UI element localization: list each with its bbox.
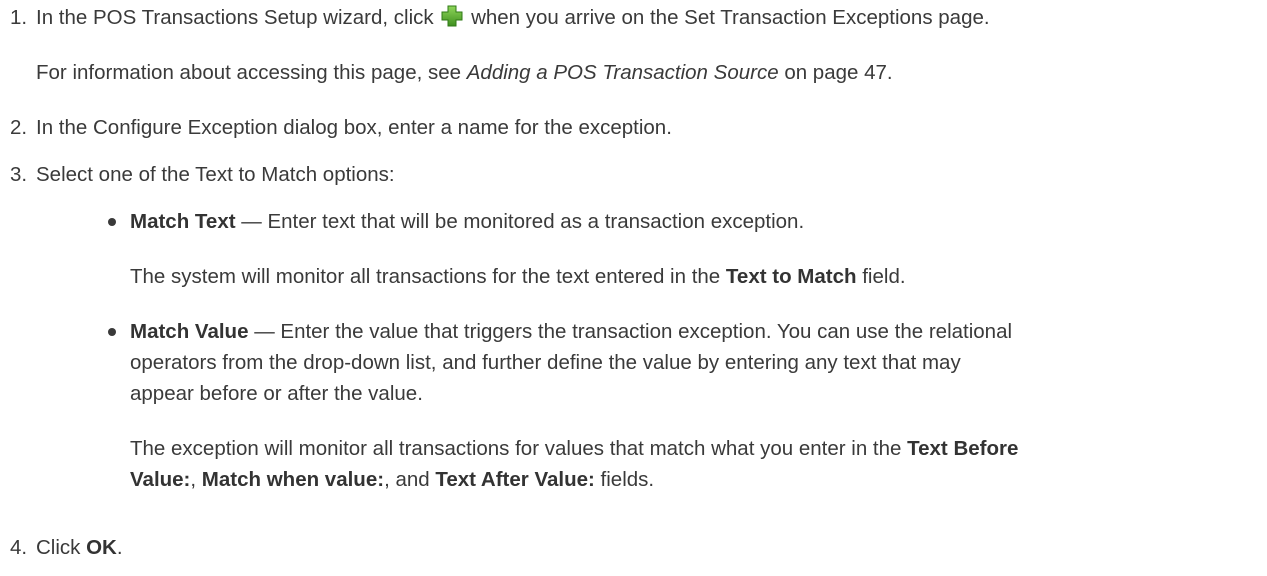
bullet-match-value-detail-line2: Value:, Match when value:, and Text Afte…	[130, 468, 655, 491]
bullet-match-text: Match Text — Enter text that will be mon…	[130, 206, 804, 238]
step-number: 3.	[10, 163, 28, 186]
step-number: 1.	[10, 6, 28, 29]
bullet-term: Match Text	[130, 210, 236, 233]
bullet-match-text-detail: The system will monitor all transactions…	[130, 265, 906, 288]
step-text: Select one of the Text to Match options:	[36, 163, 395, 186]
instruction-document: 1. In the POS Transactions Setup wizard,…	[0, 0, 1267, 576]
bullet-match-value-line2: operators from the drop-down list, and f…	[130, 351, 961, 374]
cross-reference-link[interactable]: Adding a POS Transaction Source	[467, 61, 779, 84]
step-text: In the Configure Exception dialog box, e…	[36, 116, 672, 139]
bullet-dot	[108, 218, 116, 226]
step-text: In the POS Transactions Setup wizard, cl…	[36, 6, 434, 29]
bullet-term: Match Value	[130, 320, 249, 343]
bullet-description: — Enter the value that triggers the tran…	[248, 320, 1013, 343]
bullet-match-value-detail: The exception will monitor all transacti…	[130, 437, 1019, 460]
bullet-match-value-line3: appear before or after the value.	[130, 382, 423, 405]
step-number: 4.	[10, 536, 28, 559]
green-plus-icon	[441, 5, 463, 27]
step-1-note: For information about accessing this pag…	[36, 61, 893, 84]
step-number: 2.	[10, 116, 28, 139]
step-text-continued: when you arrive on the Set Transaction E…	[471, 6, 990, 29]
ok-label: OK	[86, 536, 117, 559]
bullet-dot	[108, 328, 116, 336]
bullet-description: — Enter text that will be monitored as a…	[235, 210, 805, 233]
bullet-match-value: Match Value — Enter the value that trigg…	[130, 316, 1012, 348]
